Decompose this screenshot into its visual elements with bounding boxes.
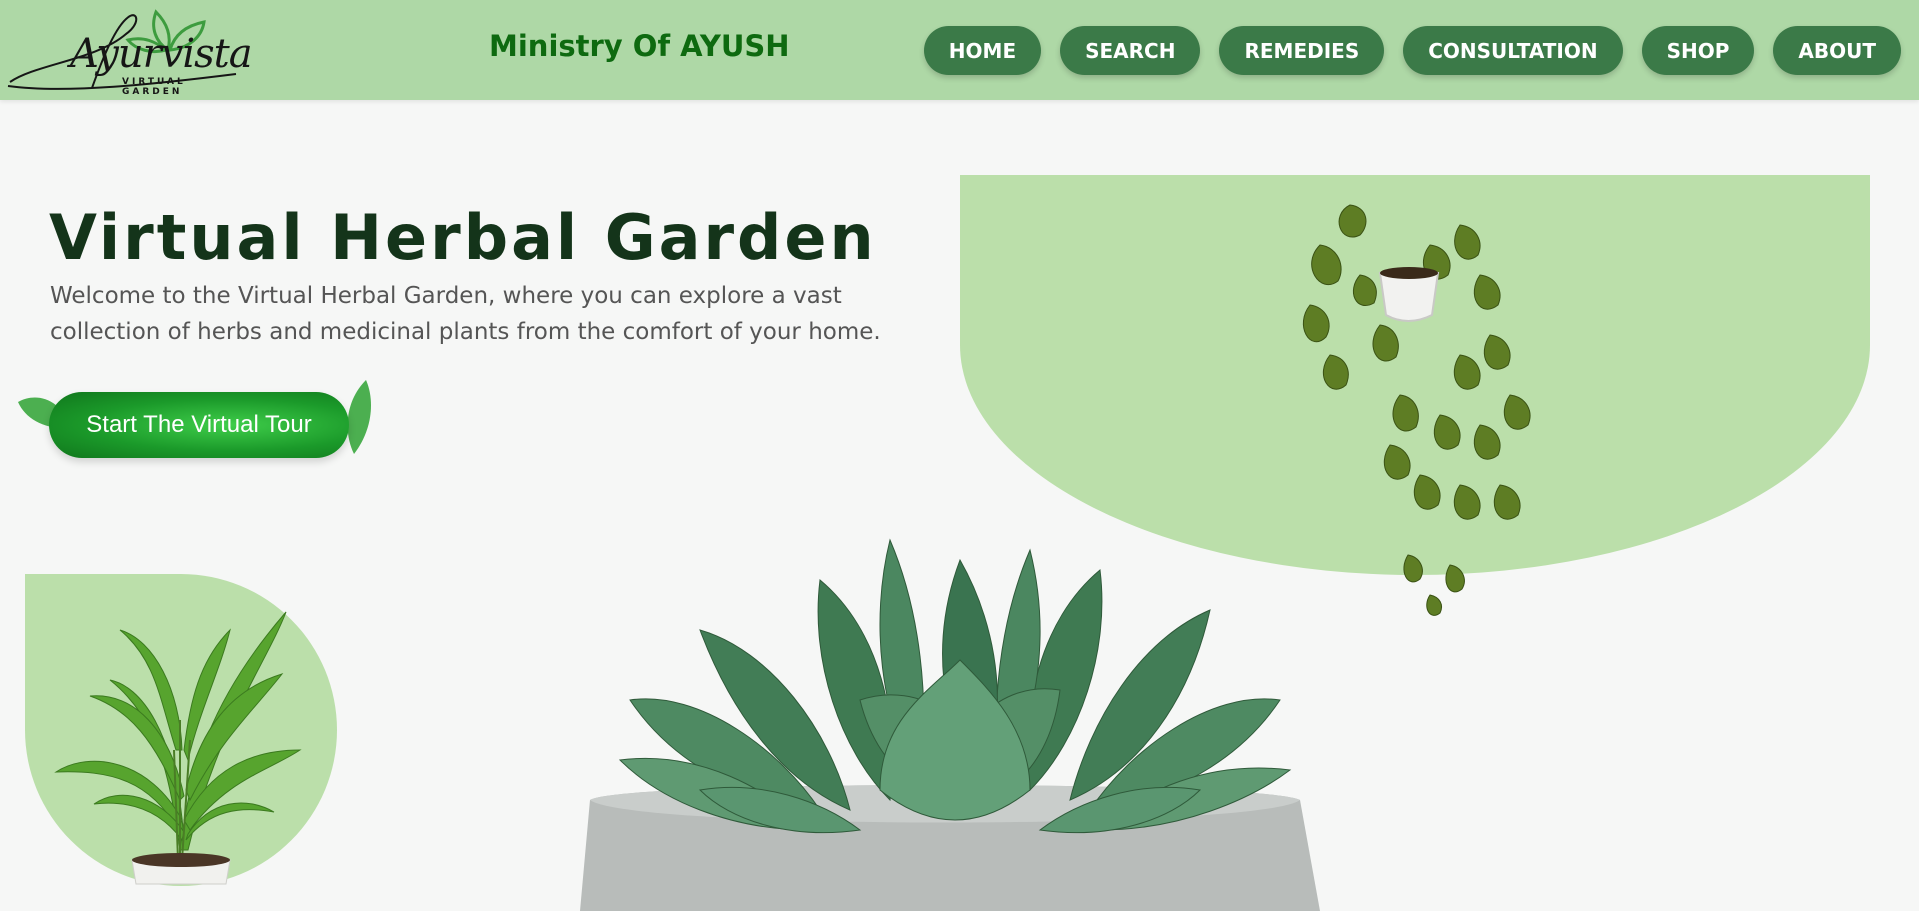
potted-plant-image — [54, 611, 302, 885]
logo-subtext: VIRTUAL GARDEN — [122, 77, 186, 97]
hero-description: Welcome to the Virtual Herbal Garden, wh… — [50, 283, 881, 345]
nav-home-button[interactable]: HOME — [923, 26, 1042, 75]
nav-search-button[interactable]: SEARCH — [1060, 26, 1201, 75]
main-nav: HOME SEARCH REMEDIES CONSULTATION SHOP A… — [923, 26, 1901, 75]
succulent-pot-image — [580, 538, 1320, 911]
site-logo[interactable]: Ayurvista VIRTUAL GARDEN — [6, 4, 253, 97]
nav-consultation-button[interactable]: CONSULTATION — [1403, 26, 1623, 75]
hero-title: Virtual Herbal Garden — [49, 201, 877, 274]
nav-remedies-button[interactable]: REMEDIES — [1219, 26, 1385, 75]
nav-shop-button[interactable]: SHOP — [1641, 26, 1755, 75]
nav-about-button[interactable]: ABOUT — [1773, 26, 1901, 75]
logo-wordmark: Ayurvista — [70, 31, 253, 77]
navbar: Ayurvista VIRTUAL GARDEN Ministry Of AYU… — [0, 0, 1919, 100]
start-virtual-tour-button[interactable]: Start The Virtual Tour — [49, 392, 349, 458]
site-title: Ministry Of AYUSH — [489, 29, 790, 63]
virtual-tour-cta-wrapper: Start The Virtual Tour — [16, 378, 371, 458]
